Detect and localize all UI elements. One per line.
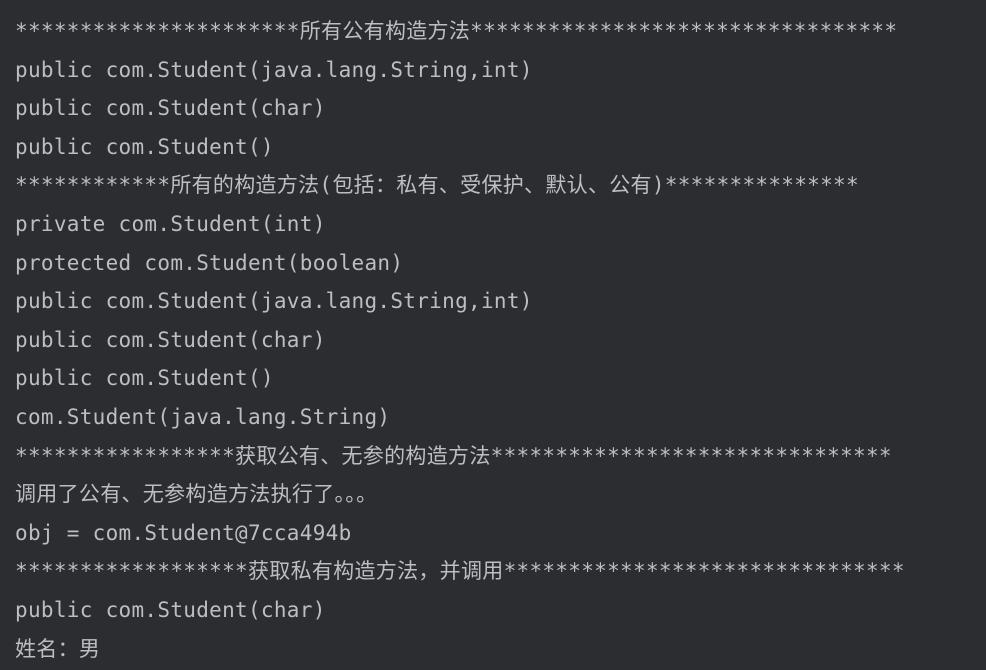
console-line: **********************所有公有构造方法**********…: [15, 19, 898, 43]
console-line: public com.Student(java.lang.String,int): [15, 289, 533, 314]
console-line: public com.Student(char): [15, 96, 326, 121]
console-line: public com.Student(): [15, 134, 274, 159]
console-line: public com.Student(java.lang.String,int): [15, 57, 533, 82]
console-line: private com.Student(int): [15, 211, 326, 236]
console-line: 调用了公有、无参构造方法执行了。。。: [15, 482, 378, 507]
console-line: protected com.Student(boolean): [15, 250, 404, 275]
console-line: obj = com.Student@7cca494b: [15, 520, 352, 545]
console-line: ******************获取私有构造方法，并调用**********…: [15, 559, 905, 584]
console-line: 姓名：男: [15, 636, 101, 661]
console-output[interactable]: **********************所有公有构造方法**********…: [0, 0, 986, 670]
console-line: public com.Student(char): [15, 597, 326, 622]
console-line: ************所有的构造方法(包括：私有、受保护、默认、公有)****…: [15, 173, 859, 198]
console-line: *****************获取公有、无参的构造方法***********…: [15, 443, 892, 468]
console-line: public com.Student(char): [15, 327, 326, 352]
console-line: com.Student(java.lang.String): [15, 404, 391, 429]
console-line: public com.Student(): [15, 366, 274, 391]
